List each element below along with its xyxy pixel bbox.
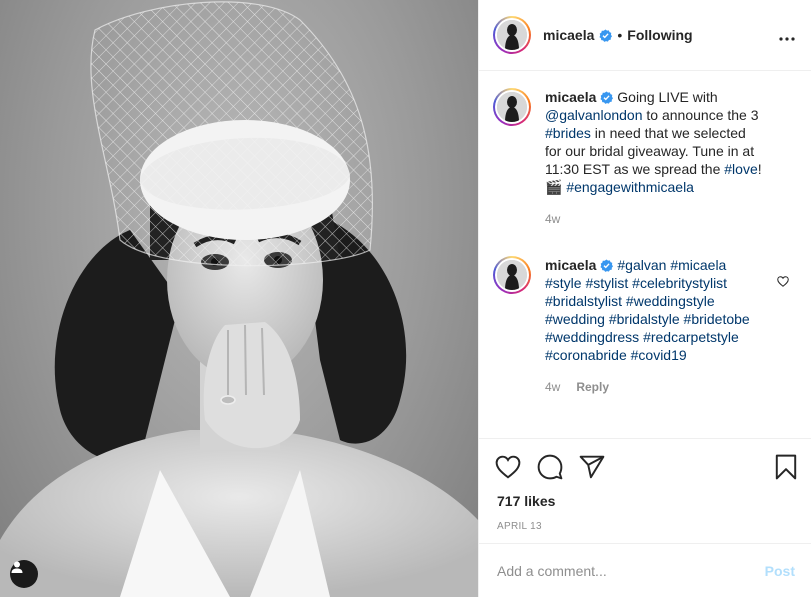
hashtag-link[interactable]: #coronabride xyxy=(545,347,627,363)
hashtag-link[interactable]: #redcarpetstyle xyxy=(643,329,739,345)
hashtag-link[interactable]: #engagewithmicaela xyxy=(566,179,694,195)
tagged-users-button[interactable] xyxy=(10,560,38,588)
hashtag-link[interactable]: #style xyxy=(545,275,582,291)
profile-photo-icon xyxy=(497,92,527,122)
verified-badge-icon xyxy=(600,91,614,104)
comment-text: micaela #galvan #micaela #style #stylist… xyxy=(545,256,765,364)
comment-username[interactable]: micaela xyxy=(545,257,596,273)
more-horizontal-icon xyxy=(779,36,795,41)
profile-photo-icon xyxy=(497,260,527,290)
hashtag-link[interactable]: #wedding xyxy=(545,311,605,327)
verified-badge-icon xyxy=(599,28,613,42)
post-photo[interactable] xyxy=(0,0,478,597)
header-separator: • xyxy=(617,27,623,43)
post-details-panel: micaela • Following micaela Going LIVE w… xyxy=(478,0,811,597)
heart-outline-icon xyxy=(495,455,521,479)
post-header: micaela • Following xyxy=(479,0,811,71)
caption-text-segment: Going LIVE with xyxy=(613,89,718,105)
comment-age[interactable]: 4w xyxy=(545,378,560,396)
caption-username[interactable]: micaela xyxy=(545,89,596,105)
bride-portrait-image xyxy=(0,1,478,597)
hashtag-link[interactable]: #bridetobe xyxy=(684,311,750,327)
post-actions xyxy=(495,452,797,482)
hashtag-link[interactable]: #stylist xyxy=(585,275,628,291)
heart-outline-icon xyxy=(777,276,789,287)
add-comment-input[interactable] xyxy=(495,561,765,580)
hashtag-link[interactable]: #weddingstyle xyxy=(626,293,715,309)
hashtag-link[interactable]: #love xyxy=(724,161,757,177)
more-options-button[interactable] xyxy=(779,25,795,46)
hashtag-link[interactable]: #bridalstyle xyxy=(609,311,680,327)
save-button[interactable] xyxy=(775,454,797,480)
comments-list[interactable]: micaela Going LIVE with @galvanlondon to… xyxy=(479,72,811,438)
verified-badge-icon xyxy=(600,259,614,272)
comment-bubble-icon xyxy=(537,454,563,480)
like-comment-button[interactable] xyxy=(777,274,789,292)
hashtag-link[interactable]: #bridalstylist xyxy=(545,293,622,309)
person-icon xyxy=(11,561,23,573)
hashtag-link[interactable]: #weddingdress xyxy=(545,329,639,345)
like-button[interactable] xyxy=(495,455,521,479)
hashtag-link[interactable]: #galvan xyxy=(617,257,666,273)
caption-age[interactable]: 4w xyxy=(545,210,560,228)
mention-link[interactable]: @galvanlondon xyxy=(545,107,643,123)
hashtag-link[interactable]: #micaela xyxy=(670,257,726,273)
paper-plane-icon xyxy=(579,455,605,479)
author-avatar[interactable] xyxy=(493,16,531,54)
comment-composer: Post xyxy=(479,544,811,597)
comment-button[interactable] xyxy=(537,454,563,480)
hashtag-link[interactable]: #celebritystylist xyxy=(632,275,727,291)
caption: micaela Going LIVE with @galvanlondon to… xyxy=(493,88,795,228)
caption-avatar[interactable] xyxy=(493,88,531,126)
share-button[interactable] xyxy=(579,455,605,479)
author-username[interactable]: micaela xyxy=(543,27,594,43)
caption-text: micaela Going LIVE with @galvanlondon to… xyxy=(545,88,765,196)
post-date[interactable]: APRIL 13 xyxy=(497,521,542,532)
caption-text-segment: to announce the 3 xyxy=(642,107,759,123)
following-button[interactable]: Following xyxy=(627,27,692,43)
bookmark-icon xyxy=(775,454,797,480)
reply-button[interactable]: Reply xyxy=(576,378,609,396)
likes-count[interactable]: 717 likes xyxy=(497,493,555,509)
hashtag-link[interactable]: #brides xyxy=(545,125,591,141)
comments-fade xyxy=(479,428,811,438)
profile-photo-icon xyxy=(497,20,527,50)
comment-item: micaela #galvan #micaela #style #stylist… xyxy=(493,256,795,396)
post-comment-button[interactable]: Post xyxy=(765,563,795,579)
comment-avatar[interactable] xyxy=(493,256,531,294)
divider xyxy=(479,438,811,439)
hashtag-link[interactable]: #covid19 xyxy=(631,347,687,363)
